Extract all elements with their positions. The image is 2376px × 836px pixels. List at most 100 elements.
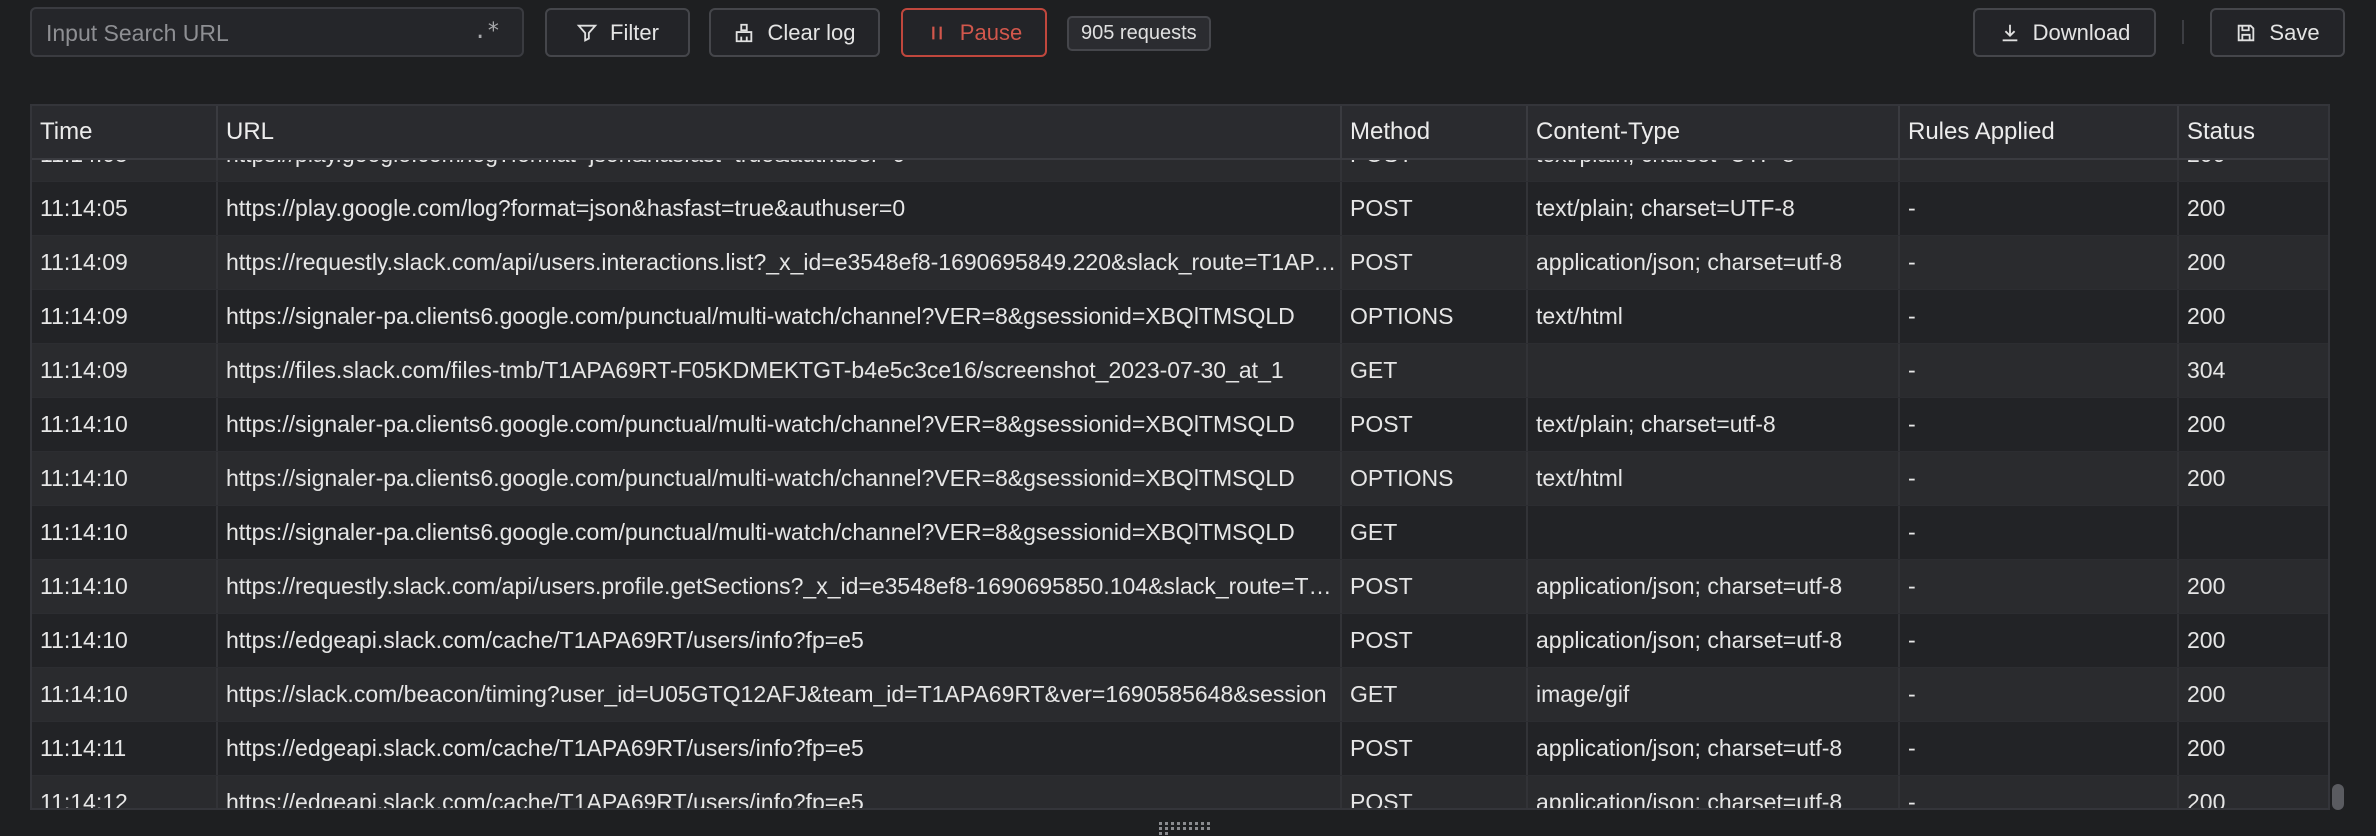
cell-time: 11:14:09: [32, 290, 218, 343]
download-button[interactable]: Download: [1973, 8, 2156, 57]
table-row[interactable]: 11:14:10 https://signaler-pa.clients6.goo…: [32, 506, 2328, 560]
cell-method: POST: [1342, 614, 1528, 667]
table-row[interactable]: 11:14:10 https://signaler-pa.clients6.goo…: [32, 452, 2328, 506]
cell-url: https://edgeapi.slack.com/cache/T1APA69R…: [218, 776, 1342, 808]
cell-method: POST: [1342, 776, 1528, 808]
cell-content-type: application/json; charset=utf-8: [1528, 236, 1900, 289]
cell-time: 11:14:10: [32, 614, 218, 667]
cell-content-type: application/json; charset=utf-8: [1528, 776, 1900, 808]
cell-method: GET: [1342, 506, 1528, 559]
download-icon: [2002, 24, 2017, 41]
cell-content-type: image/gif: [1528, 668, 1900, 721]
table-row[interactable]: 11:14:09 https://requestly.slack.com/api/…: [32, 236, 2328, 290]
broom-icon: [736, 23, 753, 42]
cell-status: 200: [2187, 195, 2226, 221]
search-box: .*: [30, 7, 524, 57]
column-header-content-type[interactable]: Content-Type: [1528, 106, 1900, 158]
panel-resize-handle[interactable]: [1159, 822, 1211, 835]
cell-rules-applied: -: [1900, 506, 2179, 559]
filter-label: Filter: [610, 19, 659, 45]
column-header-rules-applied[interactable]: Rules Applied: [1900, 106, 2179, 158]
toolbar-divider: [2182, 20, 2184, 44]
table-row[interactable]: 11:14:10 https://edgeapi.slack.com/cache/…: [32, 614, 2328, 668]
cell-time: 11:14:09: [32, 236, 218, 289]
cell-url: https://signaler-pa.clients6.google.com/…: [218, 452, 1342, 505]
cell-method: OPTIONS: [1342, 452, 1528, 505]
column-header-time[interactable]: Time: [32, 106, 218, 158]
pause-label: Pause: [959, 19, 1023, 45]
cell-method: OPTIONS: [1342, 290, 1528, 343]
cell-method: POST: [1342, 236, 1528, 289]
table-row[interactable]: 11:14:10 https://requestly.slack.com/api/…: [32, 560, 2328, 614]
cell-time: 11:14:09: [32, 344, 218, 397]
pause-icon: [932, 26, 942, 39]
cell-url: https://edgeapi.slack.com/cache/T1APA69R…: [218, 614, 1342, 667]
cell-rules-applied: -: [1900, 722, 2179, 775]
table-scrollbar[interactable]: [2330, 104, 2346, 810]
save-label: Save: [2269, 19, 2320, 45]
cell-rules-applied: -: [1900, 290, 2179, 343]
cell-rules-applied: -: [1900, 398, 2179, 451]
cell-method: GET: [1342, 668, 1528, 721]
cell-rules-applied: -: [1900, 182, 2179, 235]
cell-content-type: text/plain; charset=utf-8: [1528, 398, 1900, 451]
cell-content-type: [1528, 344, 1900, 397]
cell-rules-applied: -: [1900, 668, 2179, 721]
cell-content-type: text/plain; charset=UTF-8: [1528, 182, 1900, 235]
cell-time: 11:14:12: [32, 776, 218, 808]
cell-url: https://files.slack.com/files-tmb/T1APA6…: [218, 344, 1342, 397]
table-row[interactable]: 11:14:12 https://edgeapi.slack.com/cache/…: [32, 776, 2328, 810]
cell-rules-applied: -: [1900, 614, 2179, 667]
cell-time: 11:14:10: [32, 398, 218, 451]
cell-time: 11:14:10: [32, 452, 218, 505]
requests-table: 11:14:05 https://play.google.com/log?form…: [30, 104, 2330, 810]
cell-status: [2179, 506, 2328, 559]
cell-url: https://signaler-pa.clients6.google.com/…: [218, 506, 1342, 559]
cell-method: POST: [1342, 722, 1528, 775]
cell-content-type: text/html: [1528, 452, 1900, 505]
cell-status: 200: [2187, 465, 2226, 491]
cell-url: https://edgeapi.slack.com/cache/T1APA69R…: [218, 722, 1342, 775]
cell-status: 200: [2187, 411, 2226, 437]
table-row[interactable]: 11:14:11 https://edgeapi.slack.com/cache/…: [32, 722, 2328, 776]
cell-content-type: application/json; charset=utf-8: [1528, 560, 1900, 613]
table-row[interactable]: 11:14:10 https://slack.com/beacon/timing?…: [32, 668, 2328, 722]
table-row[interactable]: 11:14:05https://play.google.com/log?form…: [32, 182, 2328, 236]
cell-url: https://requestly.slack.com/api/users.in…: [218, 236, 1342, 289]
cell-status: 200: [2187, 627, 2226, 653]
table-row[interactable]: 11:14:09 https://files.slack.com/files-tm…: [32, 344, 2328, 398]
search-input[interactable]: [44, 9, 468, 57]
cell-url: https://slack.com/beacon/timing?user_id=…: [218, 668, 1342, 721]
regex-toggle-icon[interactable]: .*: [474, 19, 501, 44]
table-row[interactable]: 11:14:09 https://signaler-pa.clients6.goo…: [32, 290, 2328, 344]
cell-url: https://requestly.slack.com/api/users.pr…: [218, 560, 1342, 613]
cell-content-type: text/html: [1528, 290, 1900, 343]
cell-status: 200: [2187, 735, 2226, 761]
filter-button[interactable]: Filter: [545, 8, 690, 57]
cell-time: 11:14:10: [32, 506, 218, 559]
cell-content-type: [1528, 506, 1900, 559]
cell-status: 200: [2187, 303, 2226, 329]
cell-status: 200: [2187, 573, 2226, 599]
clear-log-button[interactable]: Clear log: [709, 8, 880, 57]
cell-status: 200: [2187, 681, 2226, 707]
cell-time: 11:14:10: [32, 668, 218, 721]
save-button[interactable]: Save: [2210, 8, 2345, 57]
cell-status: 200: [2187, 789, 2226, 810]
cell-rules-applied: -: [1900, 560, 2179, 613]
filter-icon: [576, 24, 598, 42]
request-count: 905 requests: [1081, 22, 1197, 44]
cell-rules-applied: -: [1900, 776, 2179, 808]
cell-method: GET: [1342, 344, 1528, 397]
column-header-status[interactable]: Status: [2179, 106, 2328, 158]
cell-content-type: application/json; charset=utf-8: [1528, 614, 1900, 667]
pause-button[interactable]: Pause: [901, 8, 1047, 57]
table-row[interactable]: 11:14:10 https://signaler-pa.clients6.goo…: [32, 398, 2328, 452]
cell-rules-applied: -: [1900, 452, 2179, 505]
scrollbar-thumb[interactable]: [2332, 784, 2344, 810]
cell-url: https://play.google.com/log?format=json&…: [218, 182, 1342, 235]
cell-url: https://signaler-pa.clients6.google.com/…: [218, 398, 1342, 451]
column-header-url[interactable]: URL: [218, 106, 1342, 158]
clear-log-label: Clear log: [767, 19, 856, 45]
column-header-method[interactable]: Method: [1342, 106, 1528, 158]
